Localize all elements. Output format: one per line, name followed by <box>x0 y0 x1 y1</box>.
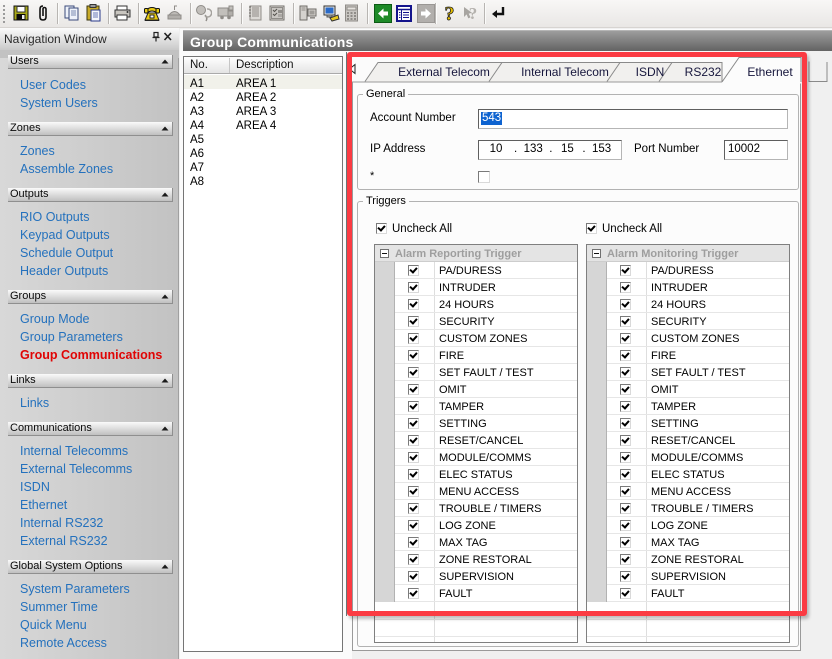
svg-text:?: ? <box>445 3 455 24</box>
svg-text:?: ? <box>469 4 478 23</box>
